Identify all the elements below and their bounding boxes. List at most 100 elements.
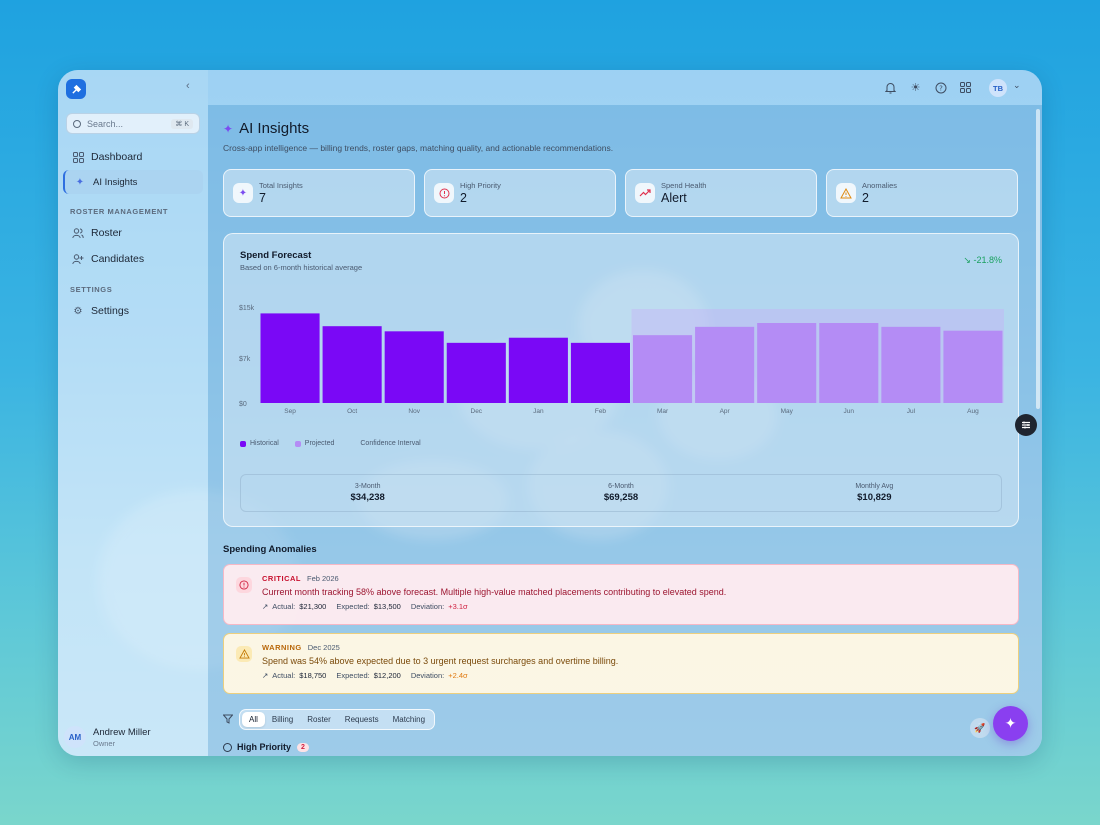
legend-item-projected[interactable]: Projected xyxy=(294,440,334,447)
sidebar-item-label: Dashboard xyxy=(91,151,143,163)
expected-value: $13,500 xyxy=(373,602,401,611)
y-tick-label: $0 xyxy=(239,401,247,408)
collapse-sidebar-icon[interactable]: ‹ xyxy=(186,80,190,92)
x-tick-label: Feb xyxy=(595,408,607,415)
sidebar-item-settings[interactable]: ⚙ Settings xyxy=(63,299,203,323)
warning-triangle-icon xyxy=(236,646,252,662)
sparkles-icon: ✦ xyxy=(75,176,85,188)
summary-label: 6-Month xyxy=(608,483,634,490)
stat-card-anomalies[interactable]: Anomalies 2 xyxy=(826,169,1018,217)
bar-historical[interactable] xyxy=(508,337,568,403)
users-icon xyxy=(72,227,84,239)
summary-monthly-avg: Monthly Avg $10,829 xyxy=(748,475,1001,511)
user-profile[interactable]: AM Andrew Miller Owner xyxy=(64,726,151,748)
filter-tab-roster[interactable]: Roster xyxy=(300,712,338,727)
bar-historical[interactable] xyxy=(322,326,382,403)
sidebar-item-label: Settings xyxy=(91,305,129,317)
user-plus-icon xyxy=(72,253,84,265)
bar-projected[interactable] xyxy=(757,323,817,403)
actual-value: $21,300 xyxy=(299,602,327,611)
high-priority-count: 2 xyxy=(297,742,309,752)
severity-badge: CRITICAL xyxy=(262,574,301,583)
help-icon[interactable]: ? xyxy=(934,81,947,94)
y-tick-label: $15k xyxy=(239,305,255,312)
stat-label: High Priority xyxy=(460,181,501,190)
app-logo-icon[interactable] xyxy=(66,79,86,99)
sidebar-item-label: Roster xyxy=(91,227,122,239)
high-priority-header: High Priority 2 xyxy=(223,742,309,752)
actual-value: $18,750 xyxy=(299,671,327,680)
bar-historical[interactable] xyxy=(446,342,506,403)
dashboard-grid-icon xyxy=(72,151,84,163)
filter-tab-all[interactable]: All xyxy=(242,712,265,727)
bar-projected[interactable] xyxy=(881,326,941,403)
stat-card-high-priority[interactable]: High Priority 2 xyxy=(424,169,616,217)
x-tick-label: May xyxy=(781,408,794,415)
legend-item-historical[interactable]: Historical xyxy=(240,440,279,447)
x-tick-label: Jan xyxy=(533,408,544,415)
filter-icon[interactable] xyxy=(222,714,234,726)
sidebar: ‹ Search... ⌘ K Dashboard ✦ AI Insights … xyxy=(58,70,208,756)
search-input[interactable]: Search... ⌘ K xyxy=(66,113,200,134)
trending-up-icon xyxy=(635,183,655,203)
stat-label: Anomalies xyxy=(862,181,898,190)
actual-label: Actual: xyxy=(272,602,296,611)
avatar[interactable]: TB xyxy=(989,79,1007,97)
filter-tab-matching[interactable]: Matching xyxy=(386,712,432,727)
sidebar-item-ai-insights[interactable]: ✦ AI Insights xyxy=(63,170,203,194)
svg-text:?: ? xyxy=(939,84,943,92)
chevron-down-icon[interactable]: ⌄ xyxy=(1013,80,1021,91)
sidebar-item-candidates[interactable]: Candidates xyxy=(63,247,203,271)
legend-swatch xyxy=(294,440,301,447)
expected-label: Expected: xyxy=(336,602,370,611)
sidebar-item-label: Candidates xyxy=(91,253,145,265)
stat-card-spend-health[interactable]: Spend Health Alert xyxy=(625,169,817,217)
forecast-summary: 3-Month $34,238 6-Month $69,258 Monthly Av… xyxy=(240,474,1002,512)
anomaly-card-warning[interactable]: WARNING Dec 2025 Spend was 54% above expe… xyxy=(223,633,1019,694)
summary-label: 3-Month xyxy=(354,483,381,490)
side-panel-toggle-icon[interactable] xyxy=(1015,414,1037,436)
bar-projected[interactable] xyxy=(633,335,693,403)
avatar: AM xyxy=(64,726,86,748)
apps-grid-icon[interactable] xyxy=(959,81,972,94)
bar-historical[interactable] xyxy=(570,342,630,403)
severity-badge: WARNING xyxy=(262,643,302,652)
scrollbar[interactable] xyxy=(1036,109,1040,409)
x-tick-label: Mar xyxy=(657,408,669,415)
bar-historical[interactable] xyxy=(384,331,444,403)
expected-label: Expected: xyxy=(336,671,370,680)
bar-projected[interactable] xyxy=(819,323,879,403)
page-subtitle: Cross-app intelligence — billing trends,… xyxy=(223,143,614,153)
sidebar-item-roster[interactable]: Roster xyxy=(63,221,203,245)
app-window: ‹ Search... ⌘ K Dashboard ✦ AI Insights … xyxy=(58,70,1042,756)
rocket-icon[interactable]: 🚀 xyxy=(970,718,990,738)
ai-assistant-button[interactable]: ✦ xyxy=(993,706,1028,741)
forecast-title: Spend Forecast xyxy=(240,250,312,261)
spend-forecast-card: Spend Forecast Based on 6-month historic… xyxy=(223,233,1019,527)
anomalies-title: Spending Anomalies xyxy=(223,544,317,555)
legend-label: Confidence Interval xyxy=(360,440,421,447)
actual-label: Actual: xyxy=(272,671,296,680)
sparkles-icon: ✦ xyxy=(233,183,253,203)
legend-item-confidence[interactable]: Confidence Interval xyxy=(350,440,420,447)
legend-swatch xyxy=(240,440,246,447)
anomaly-date: Dec 2025 xyxy=(307,643,340,652)
stat-label: Total Insights xyxy=(259,181,303,190)
filter-tab-billing[interactable]: Billing xyxy=(265,712,300,727)
sun-icon[interactable]: ☀ xyxy=(909,81,922,94)
trending-down-icon: ↘ xyxy=(963,255,971,265)
filter-tab-requests[interactable]: Requests xyxy=(338,712,386,727)
bell-icon[interactable] xyxy=(884,81,897,94)
forecast-subtitle: Based on 6-month historical average xyxy=(240,263,363,272)
sidebar-item-dashboard[interactable]: Dashboard xyxy=(63,145,203,169)
stat-card-total-insights[interactable]: ✦ Total Insights 7 xyxy=(223,169,415,217)
stat-value: 2 xyxy=(460,191,467,205)
stat-value: 7 xyxy=(259,191,266,205)
section-label-roster: ROSTER MANAGEMENT xyxy=(70,207,169,216)
bar-projected[interactable] xyxy=(695,326,755,403)
forecast-change: ↘ -21.8% xyxy=(963,255,1002,266)
bar-historical[interactable] xyxy=(260,313,320,403)
anomaly-card-critical[interactable]: CRITICAL Feb 2026 Current month tracking … xyxy=(223,564,1019,625)
bar-projected[interactable] xyxy=(943,330,1003,403)
alert-circle-icon xyxy=(434,183,454,203)
